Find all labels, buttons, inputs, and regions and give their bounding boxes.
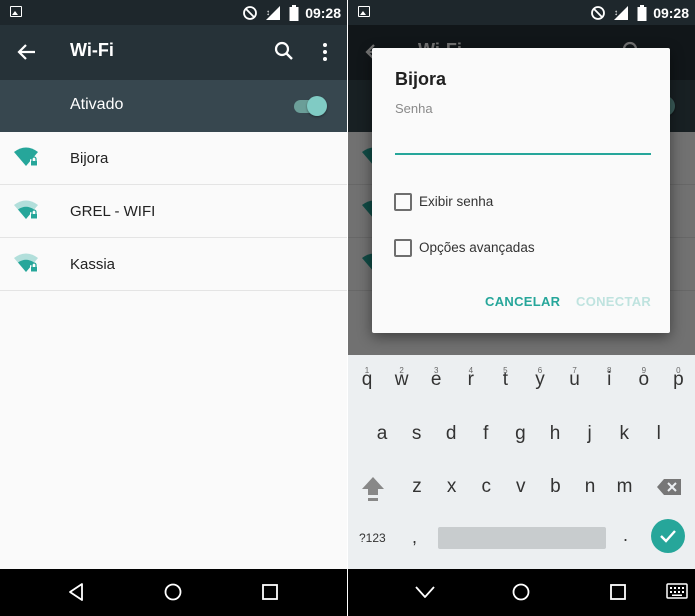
- key-hint: 9: [641, 366, 647, 375]
- clock: 09:28: [653, 4, 689, 21]
- nav-hide-keyboard-icon[interactable]: [414, 582, 436, 602]
- key-a[interactable]: a: [370, 423, 394, 445]
- switch-thumb: [307, 96, 327, 116]
- dialog-title: Bijora: [395, 69, 447, 89]
- key-s[interactable]: s: [405, 423, 429, 445]
- key-hint: 7: [572, 366, 577, 375]
- on-screen-keyboard: 1q 2w 3e 4r 5t 6y 7u 8i 9o 0p asdfghjkl zxcvbnm ?…: [348, 355, 695, 569]
- symbols-key[interactable]: ?123: [359, 531, 386, 545]
- network-name: Bijora: [70, 150, 109, 167]
- backspace-key-icon[interactable]: [656, 478, 682, 496]
- key-d[interactable]: d: [439, 423, 463, 445]
- network-item-kassia[interactable]: Kassia: [0, 238, 347, 291]
- key-hint: 5: [503, 366, 508, 375]
- navigation-bar: [0, 569, 347, 616]
- key-k[interactable]: k: [612, 423, 636, 445]
- network-item-bijora[interactable]: Bijora: [0, 132, 347, 185]
- wifi-password-dialog: Bijora Senha Exibir senha Opções avançad…: [372, 48, 670, 333]
- network-item-grel-wifi[interactable]: GREL - WIFI: [0, 185, 347, 238]
- network-name: Kassia: [70, 256, 116, 273]
- key-i[interactable]: 8i: [597, 366, 621, 391]
- nav-recents-icon[interactable]: [608, 582, 628, 602]
- nav-recents-icon[interactable]: [260, 582, 280, 602]
- show-password-checkbox[interactable]: [394, 193, 412, 211]
- key-y[interactable]: 6y: [528, 366, 552, 391]
- signal-icon: ↕: [266, 5, 281, 20]
- shift-key-icon[interactable]: [361, 476, 385, 502]
- key-o[interactable]: 9o: [632, 366, 656, 391]
- status-bar: ↕ 09:28: [0, 0, 347, 25]
- wifi-switch[interactable]: [292, 94, 330, 118]
- navigation-bar: [348, 569, 695, 616]
- battery-icon: [637, 4, 647, 21]
- key-z[interactable]: z: [405, 476, 429, 498]
- enter-key[interactable]: [651, 519, 685, 553]
- key-p[interactable]: 0p: [666, 366, 690, 391]
- period-key[interactable]: .: [623, 525, 628, 546]
- wifi-toggle-bar: Ativado: [0, 80, 347, 132]
- password-field[interactable]: [395, 123, 651, 155]
- wifi-toggle-label: Ativado: [70, 96, 124, 113]
- key-hint: 0: [676, 366, 681, 375]
- clock: 09:28: [305, 4, 341, 21]
- key-r[interactable]: 4r: [459, 366, 483, 391]
- battery-icon: [289, 4, 299, 21]
- show-password-label: Exibir senha: [419, 194, 494, 209]
- key-hint: 2: [399, 366, 404, 375]
- key-v[interactable]: v: [509, 476, 533, 498]
- network-name: GREL - WIFI: [70, 203, 156, 220]
- svg-text:↕: ↕: [266, 8, 270, 17]
- nav-home-icon[interactable]: [163, 582, 183, 602]
- do-not-disturb-icon: [243, 5, 258, 20]
- nav-home-icon[interactable]: [511, 582, 531, 602]
- key-t[interactable]: 5t: [493, 366, 517, 391]
- key-hint: 1: [364, 366, 370, 375]
- key-j[interactable]: j: [578, 423, 602, 445]
- comma-key[interactable]: ,: [412, 527, 417, 548]
- wifi-password-screen: ↕ 09:28 Wi-Fi: [348, 0, 695, 616]
- space-bar[interactable]: [438, 527, 606, 549]
- nav-back-icon[interactable]: [66, 582, 86, 602]
- key-b[interactable]: b: [543, 476, 567, 498]
- key-f[interactable]: f: [474, 423, 498, 445]
- key-hint: 4: [468, 366, 474, 375]
- key-w[interactable]: 2w: [390, 366, 414, 391]
- search-icon[interactable]: [273, 40, 295, 62]
- back-arrow-icon[interactable]: [16, 41, 38, 63]
- wifi-settings-screen: ↕ 09:28 Wi-Fi Ativado Bijora GREL - WIFI…: [0, 0, 347, 616]
- key-q[interactable]: 1q: [355, 366, 379, 391]
- key-n[interactable]: n: [578, 476, 602, 498]
- do-not-disturb-icon: [591, 5, 606, 20]
- key-hint: 6: [537, 366, 543, 375]
- app-bar: Wi-Fi: [0, 25, 347, 80]
- cancel-button[interactable]: CANCELAR: [485, 294, 560, 309]
- key-h[interactable]: h: [543, 423, 567, 445]
- key-hint: 3: [433, 366, 439, 375]
- more-options-icon[interactable]: [318, 41, 332, 63]
- key-hint: 8: [606, 366, 612, 375]
- key-u[interactable]: 7u: [563, 366, 587, 391]
- check-icon: [660, 530, 676, 543]
- key-g[interactable]: g: [508, 423, 532, 445]
- wifi-lock-icon: [14, 147, 38, 166]
- advanced-options-checkbox[interactable]: [394, 239, 412, 257]
- network-list: Bijora GREL - WIFI Kassia: [0, 132, 347, 291]
- image-notification-icon: [358, 6, 370, 17]
- image-notification-icon: [10, 6, 22, 17]
- key-e[interactable]: 3e: [424, 366, 448, 391]
- page-title: Wi-Fi: [70, 40, 114, 60]
- wifi-lock-icon: [14, 253, 38, 272]
- connect-button[interactable]: CONECTAR: [576, 294, 651, 309]
- key-m[interactable]: m: [613, 476, 637, 498]
- svg-text:↕: ↕: [614, 8, 618, 17]
- password-label: Senha: [395, 101, 433, 116]
- keyboard-switch-icon[interactable]: [666, 582, 688, 600]
- advanced-options-label: Opções avançadas: [419, 240, 535, 255]
- key-x[interactable]: x: [440, 476, 464, 498]
- key-l[interactable]: l: [647, 423, 671, 445]
- key-c[interactable]: c: [474, 476, 498, 498]
- status-bar: ↕ 09:28: [348, 0, 695, 25]
- signal-icon: ↕: [614, 5, 629, 20]
- wifi-lock-icon: [14, 200, 38, 219]
